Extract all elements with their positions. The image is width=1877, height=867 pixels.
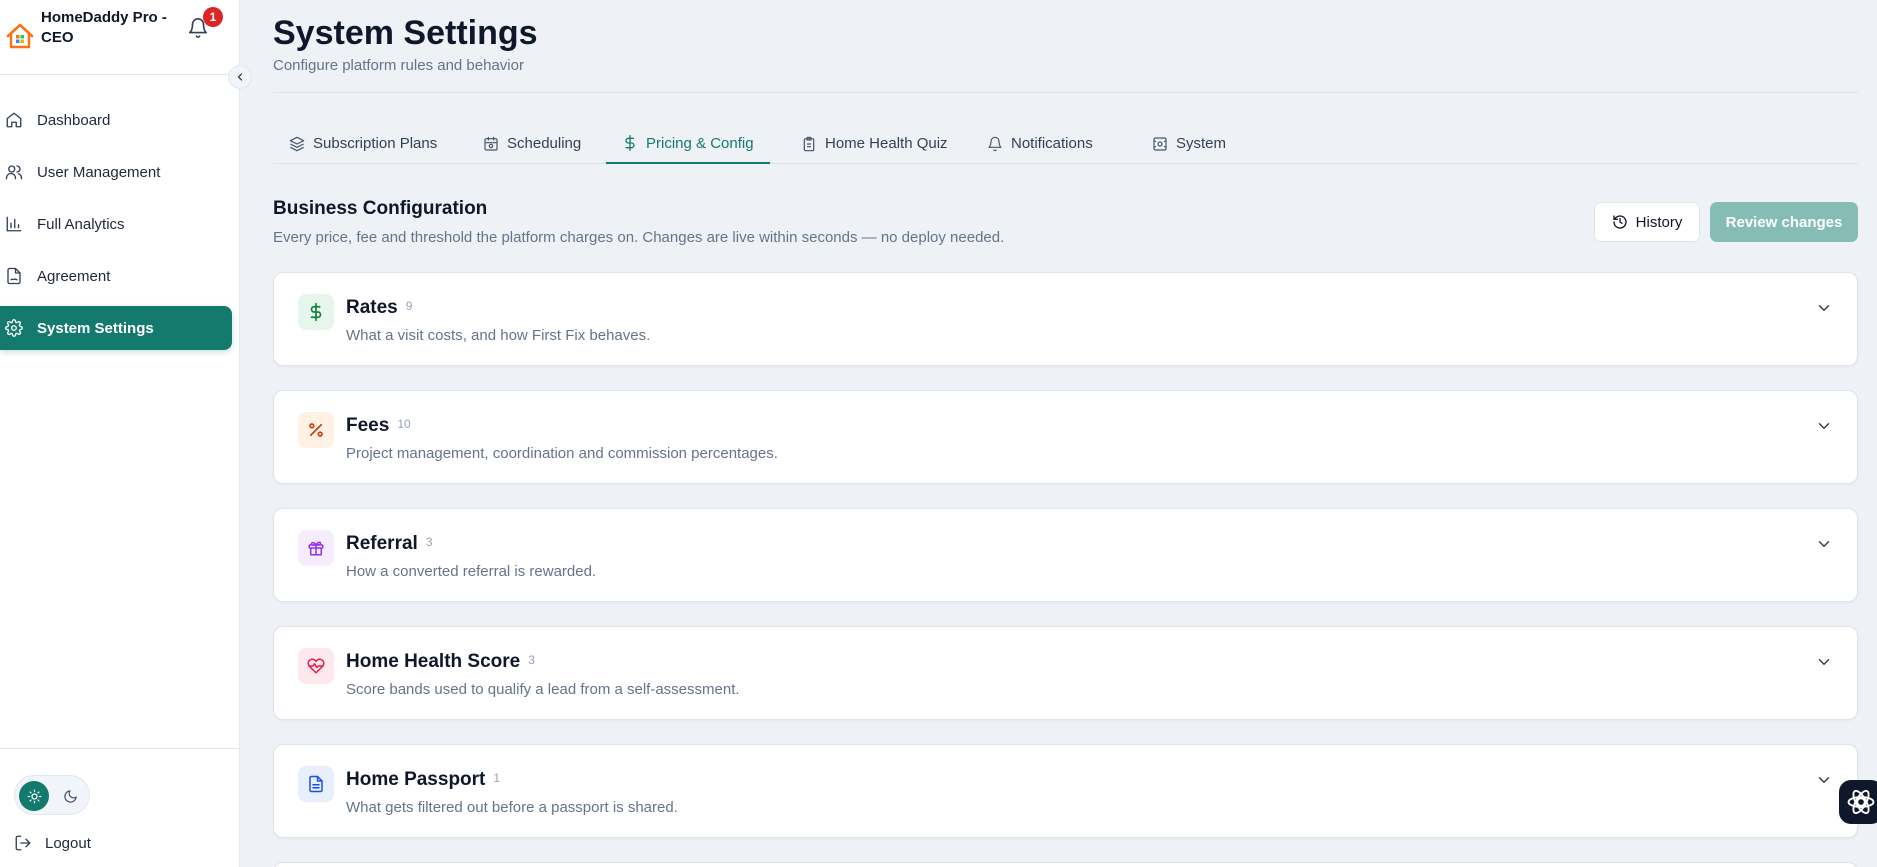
tab-subscription-plans[interactable]: Subscription Plans: [273, 124, 453, 163]
config-card-list: Rates 9 What a visit costs, and how First…: [273, 272, 1858, 862]
card-description: Project management, coordination and com…: [346, 445, 778, 462]
tab-label: Scheduling: [507, 135, 582, 152]
card-title: Home Health Score 3: [346, 651, 535, 673]
chevron-left-icon: [237, 73, 243, 81]
tab-label: System: [1176, 135, 1227, 152]
tab-scheduling[interactable]: Scheduling: [467, 124, 597, 163]
file-signature-icon: [7, 267, 21, 285]
sidebar: HomeDaddy Pro - CEO 1 Dashboard User Man…: [0, 0, 252, 867]
logout-icon: [15, 835, 31, 851]
sidebar-nav: Dashboard User Management Full Analytics…: [0, 98, 240, 358]
sidebar-item-label: System Settings: [37, 319, 154, 337]
card-description: Score bands used to qualify a lead from …: [346, 681, 740, 698]
card-count: 3: [425, 535, 433, 549]
home-icon: [6, 112, 22, 128]
config-card-rates[interactable]: Rates 9 What a visit costs, and how First…: [273, 272, 1858, 366]
card-title-text: Referral: [346, 533, 418, 554]
sun-icon: [27, 789, 41, 803]
sidebar-item-system-settings[interactable]: System Settings: [0, 306, 232, 350]
page-subtitle: Configure platform rules and behavior: [273, 57, 524, 74]
clipboard-icon: [803, 136, 815, 151]
brand-header: HomeDaddy Pro - CEO 1: [0, 0, 240, 75]
bar-chart-icon: [6, 216, 22, 232]
card-title: Home Passport 1: [346, 769, 500, 791]
card-title: Referral 3: [346, 533, 433, 555]
logout-label: Logout: [45, 834, 91, 852]
card-count: 9: [405, 299, 413, 313]
sidebar-item-label: User Management: [37, 163, 161, 181]
divider: [273, 92, 1858, 93]
card-description: What a visit costs, and how First Fix be…: [346, 327, 651, 344]
dollar-icon: [625, 135, 635, 151]
section-description: Every price, fee and threshold the platf…: [273, 229, 1005, 246]
card-title: Rates 9: [346, 297, 412, 319]
page-title: System Settings: [273, 14, 538, 52]
settings-tabs: Subscription Plans Scheduling Pricing & …: [273, 124, 1858, 164]
section-title: Business Configuration: [273, 198, 488, 219]
light-mode-button[interactable]: [19, 781, 49, 811]
brand-name: HomeDaddy Pro - CEO: [41, 9, 167, 46]
history-label: History: [1635, 213, 1683, 231]
card-title-text: Home Health Score: [346, 651, 521, 672]
users-icon: [5, 165, 23, 180]
percent-icon: [298, 412, 334, 448]
sidebar-footer: Logout: [0, 748, 240, 867]
card-description: How a converted referral is rewarded.: [346, 563, 597, 580]
tab-label: Pricing & Config: [646, 134, 754, 152]
chevron-down-icon[interactable]: [1815, 535, 1833, 553]
sidebar-collapse-button[interactable]: [228, 65, 252, 89]
config-card-referral[interactable]: Referral 3 How a converted referral is re…: [273, 508, 1858, 602]
history-button[interactable]: History: [1594, 202, 1700, 242]
config-card-partial: [273, 862, 1858, 867]
dark-mode-button[interactable]: [55, 781, 85, 811]
gear-icon: [5, 319, 23, 337]
tab-home-health-quiz[interactable]: Home Health Quiz: [785, 124, 964, 163]
notification-badge: 1: [203, 7, 223, 27]
tab-pricing-config[interactable]: Pricing & Config: [606, 124, 770, 164]
layers-icon: [289, 136, 305, 151]
config-card-home-health-score[interactable]: Home Health Score 3 Score bands used to q…: [273, 626, 1858, 720]
card-count: 3: [528, 653, 535, 667]
bell-icon: [988, 136, 1002, 151]
tab-notifications[interactable]: Notifications: [971, 124, 1109, 163]
heart-pulse-icon: [298, 648, 334, 684]
card-count: 1: [493, 771, 501, 785]
logo-icon: [6, 23, 34, 49]
calendar-clock-icon: [484, 136, 498, 151]
assistant-icon: [1847, 789, 1875, 815]
assistant-button[interactable]: [1839, 780, 1877, 824]
card-title-text: Rates: [346, 297, 398, 318]
card-title-text: Home Passport: [346, 769, 486, 790]
card-title-text: Fees: [346, 415, 390, 436]
chevron-down-icon[interactable]: [1815, 653, 1833, 671]
chevron-down-icon[interactable]: [1815, 417, 1833, 435]
chevron-down-icon[interactable]: [1815, 771, 1833, 789]
review-changes-button[interactable]: Review changes: [1710, 202, 1858, 242]
tab-label: Notifications: [1011, 135, 1093, 152]
config-card-fees[interactable]: Fees 10 Project management, coordination …: [273, 390, 1858, 484]
card-description: What gets filtered out before a passport…: [346, 799, 678, 816]
sidebar-item-full-analytics[interactable]: Full Analytics: [0, 202, 232, 246]
dollar-icon: [298, 294, 334, 330]
history-icon: [1612, 215, 1627, 229]
tab-label: Subscription Plans: [313, 135, 438, 152]
tab-system[interactable]: System: [1136, 124, 1242, 163]
document-icon: [298, 766, 334, 802]
gift-icon: [298, 530, 334, 566]
card-title: Fees 10: [346, 415, 411, 437]
server-icon: [1153, 136, 1167, 151]
sidebar-item-dashboard[interactable]: Dashboard: [0, 98, 232, 142]
sidebar-item-label: Full Analytics: [37, 215, 125, 233]
tab-label: Home Health Quiz: [825, 135, 948, 152]
chevron-down-icon[interactable]: [1815, 299, 1833, 317]
sidebar-item-label: Agreement: [37, 267, 111, 285]
card-count: 10: [397, 417, 411, 431]
moon-icon: [63, 789, 77, 803]
theme-toggle[interactable]: [14, 775, 90, 815]
config-card-home-passport[interactable]: Home Passport 1 What gets filtered out be…: [273, 744, 1858, 838]
sidebar-item-agreement[interactable]: Agreement: [0, 254, 232, 298]
logout-button[interactable]: Logout: [14, 834, 91, 852]
sidebar-item-user-management[interactable]: User Management: [0, 150, 232, 194]
sidebar-item-label: Dashboard: [37, 111, 111, 129]
